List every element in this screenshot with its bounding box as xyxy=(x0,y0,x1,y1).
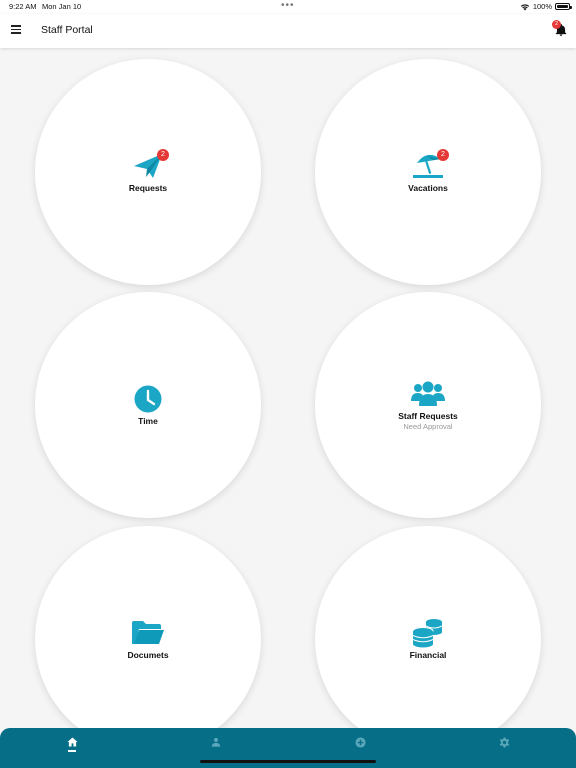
nav-settings[interactable] xyxy=(498,736,510,748)
tile-label: Time xyxy=(138,416,158,426)
battery-percent: 100% xyxy=(532,2,552,11)
folder-icon xyxy=(132,621,164,644)
tile-staff-requests[interactable]: Staff Requests Need Approval xyxy=(315,292,541,518)
status-time: 9:22 AM xyxy=(9,2,37,11)
clock-icon xyxy=(134,385,162,413)
tile-time[interactable]: Time xyxy=(35,292,261,518)
tile-label: Staff Requests xyxy=(398,411,458,421)
tile-subtitle: Need Approval xyxy=(403,422,453,431)
tile-requests[interactable]: 2 Requests xyxy=(35,59,261,285)
vacations-badge: 2 xyxy=(437,149,449,161)
tile-documents[interactable]: Documets xyxy=(35,526,261,752)
gear-icon xyxy=(499,736,509,748)
battery-icon xyxy=(555,3,572,10)
person-icon xyxy=(211,737,221,747)
active-tab-indicator xyxy=(68,750,76,752)
status-bar: 9:22 AM Mon Jan 10 ••• 100% xyxy=(0,0,576,14)
multitasking-dots[interactable]: ••• xyxy=(281,0,295,11)
wifi-icon xyxy=(520,3,530,10)
nav-home[interactable] xyxy=(66,736,78,748)
tile-label: Financial xyxy=(409,650,447,660)
home-indicator[interactable] xyxy=(200,760,376,763)
bottom-nav xyxy=(0,728,576,768)
tile-label: Requests xyxy=(128,183,168,193)
tile-label: Documets xyxy=(127,650,169,660)
tile-financial[interactable]: Financial xyxy=(315,526,541,752)
home-icon xyxy=(67,737,77,747)
notifications-button[interactable]: 2 xyxy=(552,20,568,37)
tile-label: Vacations xyxy=(408,183,448,193)
page-title: Staff Portal xyxy=(41,24,93,36)
add-circle-icon xyxy=(354,736,366,748)
nav-add[interactable] xyxy=(354,736,366,748)
nav-profile[interactable] xyxy=(210,736,222,748)
users-icon xyxy=(411,381,445,406)
coins-icon xyxy=(412,619,443,648)
menu-icon[interactable] xyxy=(11,25,21,34)
requests-badge: 2 xyxy=(157,149,169,161)
notification-badge: 2 xyxy=(552,20,561,29)
status-date: Mon Jan 10 xyxy=(42,2,82,11)
app-bar: Staff Portal 2 xyxy=(0,14,576,48)
tile-vacations[interactable]: 2 Vacations xyxy=(315,59,541,285)
status-right: 100% xyxy=(520,2,572,11)
